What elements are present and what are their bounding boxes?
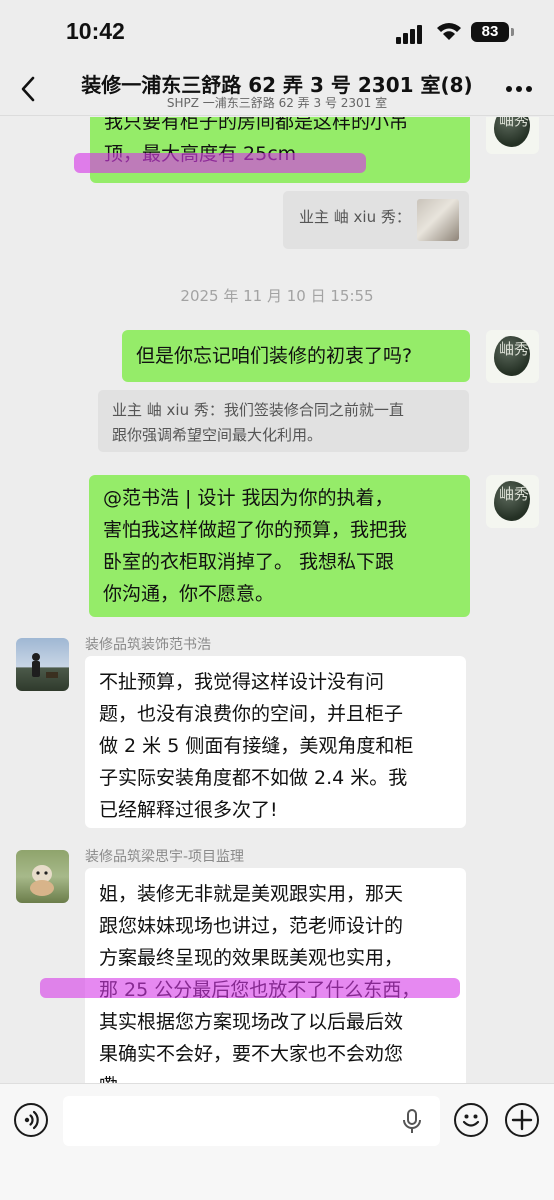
plus-icon — [511, 1109, 533, 1131]
emoji-icon[interactable] — [454, 1103, 488, 1137]
highlight-mark — [40, 978, 460, 998]
message-line: 卧室的衣柜取消掉了。 我想私下跟 — [103, 551, 395, 573]
avatar-liang-siyu[interactable] — [16, 850, 69, 903]
timestamp-separator: 2025 年 11 月 10 日 15:55 — [180, 287, 374, 305]
chat-header: 装修一浦东三舒路 62 弄 3 号 2301 室(8) SHPZ 一浦东三舒路 … — [0, 64, 554, 116]
avatar-fan-shuhao[interactable] — [16, 638, 69, 691]
avatar-self[interactable]: 岫秀 — [486, 330, 539, 383]
battery-indicator: 83 — [471, 22, 509, 42]
message-line: 嘞 — [99, 1070, 452, 1083]
wifi-icon — [437, 23, 461, 40]
quoted-message[interactable]: 业主 岫 xiu 秀：我们签装修合同之前就一直 跟你强调希望空间最大化利用。 — [98, 390, 469, 452]
status-bar: 10:42 83 — [0, 0, 554, 64]
message-line: 方案最终呈现的效果既美观也实用， — [99, 947, 404, 969]
microphone-icon[interactable] — [402, 1109, 422, 1135]
message-line: 题，也没有浪费你的空间，并且柜子 — [99, 703, 404, 725]
message-line: 子实际安装角度都不如做 2.4 米。我 — [99, 767, 408, 789]
message-line: 其实根据您方案现场改了以后最后效 — [99, 1011, 404, 1033]
message-bubble-other[interactable]: 不扯预算，我觉得这样设计没有问 题，也没有浪费你的空间，并且柜子 做 2 米 5… — [85, 656, 466, 828]
status-time: 10:42 — [66, 18, 125, 44]
back-chevron-icon[interactable] — [14, 74, 44, 104]
battery-tip — [511, 28, 514, 36]
sender-name: 装修品筑装饰范书浩 — [85, 637, 211, 653]
message-line: 不扯预算，我觉得这样设计没有问 — [99, 671, 385, 693]
message-line: 跟您妹妹现场也讲过，范老师设计的 — [99, 915, 404, 937]
message-line: 你沟通，你不愿意。 — [103, 583, 275, 605]
message-list[interactable]: 我只要有柜子的房间都是这样的小吊 顶，最大高度有 25cm 岫秀 业主 岫 xi… — [0, 117, 554, 1083]
message-bubble-other[interactable]: 姐，装修无非就是美观跟实用，那天 跟您妹妹现场也讲过，范老师设计的 方案最终呈现… — [85, 868, 466, 1083]
avatar-glyph: 岫秀 — [499, 117, 530, 129]
message-line: 做 2 米 5 侧面有接缝，美观角度和柜 — [99, 735, 414, 757]
message-bubble-self[interactable]: 我只要有柜子的房间都是这样的小吊 顶，最大高度有 25cm — [90, 117, 470, 183]
person-silhouette-icon — [32, 653, 58, 678]
message-bubble-self[interactable]: 但是你忘记咱们装修的初衷了吗? — [122, 330, 470, 382]
message-line: 果确实不会好，要不大家也不会劝您 — [99, 1043, 404, 1065]
more-icon[interactable] — [506, 86, 532, 94]
quote-label: 业主 岫 xiu 秀： — [299, 208, 411, 226]
message-input[interactable] — [63, 1096, 440, 1146]
quote-line: 跟你强调希望空间最大化利用。 — [112, 426, 323, 444]
dog-icon — [30, 865, 54, 896]
quoted-image-thumbnail[interactable] — [417, 199, 459, 241]
message-line: 我只要有柜子的房间都是这样的小吊 — [104, 117, 409, 133]
highlight-mark — [74, 153, 366, 173]
message-text: 但是你忘记咱们装修的初衷了吗? — [136, 345, 413, 367]
quoted-message[interactable]: 业主 岫 xiu 秀： — [283, 191, 469, 249]
sound-waves-icon — [24, 1110, 39, 1130]
message-bubble-self[interactable]: @范书浩 | 设计 我因为你的执着， 害怕我这样做超了你的预算，我把我 卧室的衣… — [89, 475, 470, 617]
add-icon[interactable] — [505, 1103, 539, 1137]
avatar-glyph: 岫秀 — [499, 485, 530, 503]
voice-input-icon[interactable] — [14, 1103, 48, 1137]
sender-name: 装修品筑梁思宇-项目监理 — [85, 849, 245, 865]
quote-line: 业主 岫 xiu 秀：我们签装修合同之前就一直 — [112, 401, 404, 419]
input-bar — [0, 1083, 554, 1200]
avatar-self[interactable]: 岫秀 — [486, 117, 539, 154]
message-line: 姐，装修无非就是美观跟实用，那天 — [99, 883, 404, 905]
avatar-glyph: 岫秀 — [499, 340, 530, 358]
smile-face-icon — [462, 1114, 480, 1127]
message-line: 害怕我这样做超了你的预算，我把我 — [103, 519, 408, 541]
avatar-self[interactable]: 岫秀 — [486, 475, 539, 528]
message-line: 已经解释过很多次了! — [99, 799, 278, 821]
message-line: @范书浩 | 设计 我因为你的执着， — [103, 487, 394, 509]
chat-subtitle: SHPZ 一浦东三舒路 62 弄 3 号 2301 室 — [166, 96, 388, 110]
cellular-signal-icon — [396, 24, 426, 44]
